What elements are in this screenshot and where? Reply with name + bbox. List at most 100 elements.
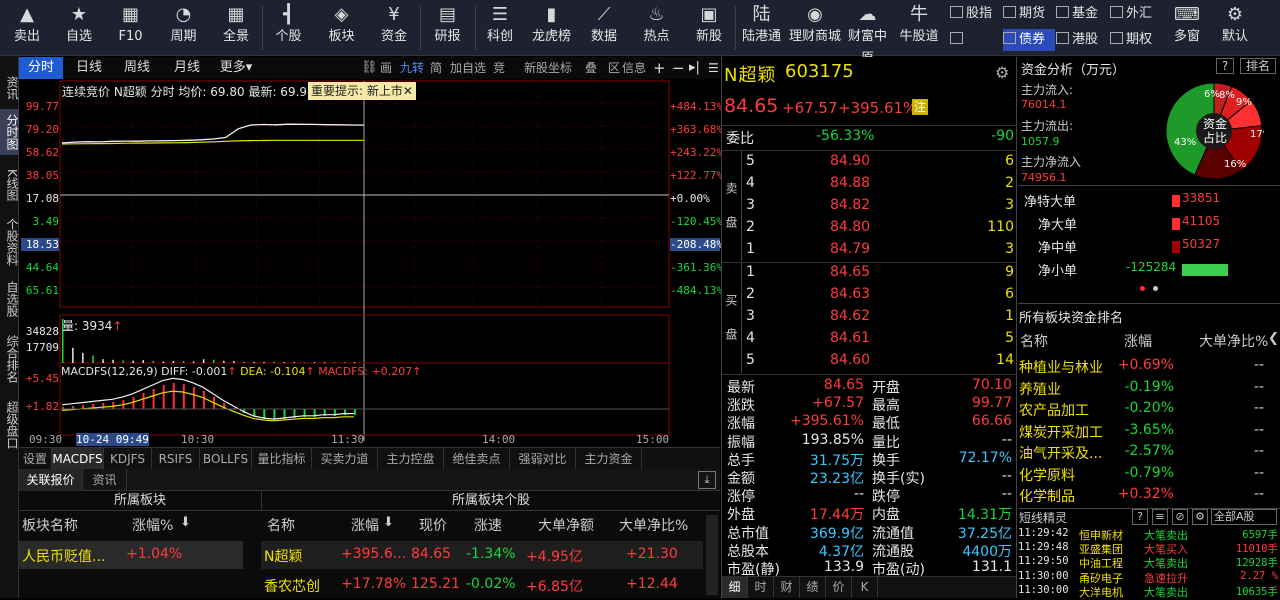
sector-chg: +0.69% xyxy=(1117,357,1174,373)
chart-tool-6[interactable]: 叠 xyxy=(585,57,597,79)
minus-icon[interactable]: − xyxy=(672,57,685,79)
elf-stock[interactable]: 大洋电机 xyxy=(1079,584,1123,600)
chart-tool-0[interactable]: 画 xyxy=(380,57,392,79)
sector-name[interactable]: 油气开采及... xyxy=(1019,443,1102,463)
toolbar-flame-button[interactable]: ♨ 热点 xyxy=(630,0,683,56)
stock-row[interactable]: 香农芯创 +17.78% 125.21 -0.02% +6.85亿 +12.44 xyxy=(261,571,703,599)
sector-name[interactable]: 煤炭开采加工 xyxy=(1019,422,1103,442)
period-tab-4[interactable]: 更多▾ xyxy=(213,57,259,79)
indicator-tab-2[interactable]: KDJFS xyxy=(104,448,152,470)
market-tab-row1-2[interactable]: 基金 xyxy=(1056,3,1108,25)
indicator-tab-5[interactable]: 量比指标 xyxy=(252,448,312,470)
toolbar-yen-button[interactable]: ¥ 资金 xyxy=(368,0,420,56)
toolbar-bull-button[interactable]: 牛牛股道 xyxy=(893,0,945,56)
toolbar-ipo-button[interactable]: ▣ 新股 xyxy=(683,0,735,56)
related-tab-quotes[interactable]: 关联报价 xyxy=(19,469,83,491)
chart-tool-8[interactable]: 信息 xyxy=(622,57,646,79)
leftnav-item-0[interactable]: 资讯 xyxy=(0,70,19,106)
default-layout-button[interactable]: ⚙ 默认 xyxy=(1212,0,1258,56)
chart-tool-1[interactable]: 九转 xyxy=(400,57,424,79)
page-dot-active[interactable] xyxy=(1140,286,1145,291)
indicator-tab-4[interactable]: BOLLFS xyxy=(200,448,252,470)
market-tab-row2-3[interactable]: 期权 xyxy=(1110,29,1162,51)
market-tab-row1-1[interactable]: 期货 xyxy=(1003,3,1055,25)
indicator-tab-6[interactable]: 买卖力道 xyxy=(312,448,378,470)
indicator-tab-1[interactable]: MACDFS xyxy=(52,448,104,470)
rank-button[interactable]: 排名 xyxy=(1240,58,1276,74)
period-tab-3[interactable]: 月线 xyxy=(165,57,209,79)
chart-tool-5[interactable]: 新股坐标 xyxy=(524,57,572,79)
leftnav-item-1[interactable]: 分时图 xyxy=(0,109,19,155)
chart-tool-3[interactable]: 加自选 xyxy=(450,57,486,79)
arrow-right-icon[interactable]: ▸| xyxy=(689,57,700,79)
chart-tool-7[interactable]: 区 xyxy=(608,57,620,79)
help-icon[interactable]: ? xyxy=(1132,509,1148,525)
chart-tool-4[interactable]: 竞 xyxy=(493,57,505,79)
page-dot[interactable] xyxy=(1153,286,1158,291)
sector-name[interactable]: 化学原料 xyxy=(1019,465,1075,485)
leftnav-item-5[interactable]: 综合排名 xyxy=(0,328,19,390)
toolbar-report-button[interactable]: ▤ 研报 xyxy=(420,0,475,56)
stock-row[interactable]: N超颖 +395.6... 84.65 -1.34% +4.95亿 +21.30 xyxy=(261,541,703,569)
period-tab-1[interactable]: 日线 xyxy=(67,57,111,79)
toolbar-line-chart-button[interactable]: ⟋ 数据 xyxy=(578,0,630,56)
market-tab-row2-2[interactable]: 港股 xyxy=(1056,29,1108,51)
sector-name[interactable]: 养殖业 xyxy=(1019,379,1061,399)
intraday-chart[interactable]: 连续竞价 N超颖 分时 均价: 69.80 最新: 69.98 重要提示: 新上… xyxy=(19,79,723,447)
related-tab-news[interactable]: 资讯 xyxy=(83,469,127,491)
sector-name[interactable]: 农产品加工 xyxy=(1019,400,1089,420)
toolbar-grid-button[interactable]: ▦ 全景 xyxy=(210,0,262,56)
elves-filter-select[interactable]: 全部A股 xyxy=(1211,509,1277,525)
toolbar-land-button[interactable]: 陆陆港通 xyxy=(735,0,788,56)
lock-icon[interactable]: ⛓ xyxy=(361,57,378,79)
toolbar-clock-button[interactable]: ◔ 周期 xyxy=(157,0,210,56)
indicator-tab-10[interactable]: 主力资金 xyxy=(576,448,642,470)
list-icon[interactable]: ≡ xyxy=(1152,509,1168,525)
help-button[interactable]: ? xyxy=(1216,58,1234,74)
menu-icon[interactable]: ☰ xyxy=(708,57,719,79)
period-tab-2[interactable]: 周线 xyxy=(115,57,159,79)
toolbar-sliders-button[interactable]: ☰ 科创 xyxy=(475,0,525,56)
sector-row[interactable]: 人民币贬值... +1.04% xyxy=(19,541,243,569)
toolbar-star-button[interactable]: ★ 自选 xyxy=(54,0,104,56)
leftnav-item-2[interactable]: K线图 xyxy=(0,159,19,211)
indicator-tab-9[interactable]: 强弱对比 xyxy=(510,448,576,470)
quote-tab-2[interactable]: 财 xyxy=(774,576,800,598)
chart-tool-2[interactable]: 简 xyxy=(430,57,442,79)
indicator-tab-8[interactable]: 绝佳卖点 xyxy=(444,448,510,470)
quote-tab-4[interactable]: 价 xyxy=(826,576,852,598)
quote-tab-5[interactable]: K xyxy=(852,576,878,598)
scrollbar[interactable] xyxy=(706,515,718,595)
quote-tab-0[interactable]: 细 xyxy=(722,576,748,598)
toolbar-layers-button[interactable]: ◈ 板块 xyxy=(315,0,368,56)
sector-name[interactable]: 种植业与林业 xyxy=(1019,357,1103,377)
leftnav-item-3[interactable]: 个股资料 xyxy=(0,214,19,270)
leftnav-item-6[interactable]: 超级盘口 xyxy=(0,394,19,456)
indicator-tab-0[interactable]: 设置 xyxy=(19,448,52,470)
market-tab-row2-1[interactable]: 债券 xyxy=(1003,29,1055,51)
download-icon[interactable]: ⤓ xyxy=(698,471,716,489)
sector-name[interactable]: 化学制品 xyxy=(1019,486,1075,506)
leftnav-item-4[interactable]: 自选股 xyxy=(0,274,19,324)
market-tab-row2-0[interactable] xyxy=(950,29,1002,51)
quote-tab-1[interactable]: 时 xyxy=(748,576,774,598)
toolbar-sell-button[interactable]: ▲ 卖出 xyxy=(0,0,54,56)
toolbar-bar-chart-button[interactable]: ▮ 龙虎榜 xyxy=(525,0,578,56)
toolbar-target-button[interactable]: ◉ 理财商城 xyxy=(788,0,842,56)
indicator-tab-7[interactable]: 主力控盘 xyxy=(378,448,444,470)
mute-icon[interactable]: ⊘ xyxy=(1172,509,1188,525)
toolbar-cloud-button[interactable]: ☁ 财富中原 xyxy=(842,0,893,66)
multi-window-button[interactable]: ⌨ 多窗 xyxy=(1162,0,1212,56)
period-tab-0[interactable]: 分时 xyxy=(19,57,63,79)
settings-gear-icon[interactable]: ⚙ xyxy=(995,63,1009,82)
market-tab-row1-3[interactable]: 外汇 xyxy=(1110,3,1162,25)
indicator-tab-3[interactable]: RSIFS xyxy=(152,448,200,470)
plus-icon[interactable]: + xyxy=(653,57,666,79)
notice-banner[interactable]: 重要提示: 新上市✕ xyxy=(308,82,416,100)
toolbar-f10-button[interactable]: ▦ F10 xyxy=(104,0,157,56)
market-tab-row1-0[interactable]: 股指 xyxy=(950,3,1002,25)
toolbar-candlestick-button[interactable]: ┫ 个股 xyxy=(262,0,315,56)
settings-icon[interactable]: ⚙ xyxy=(1192,509,1208,525)
close-icon[interactable]: ✕ xyxy=(403,84,413,98)
quote-tab-3[interactable]: 绩 xyxy=(800,576,826,598)
